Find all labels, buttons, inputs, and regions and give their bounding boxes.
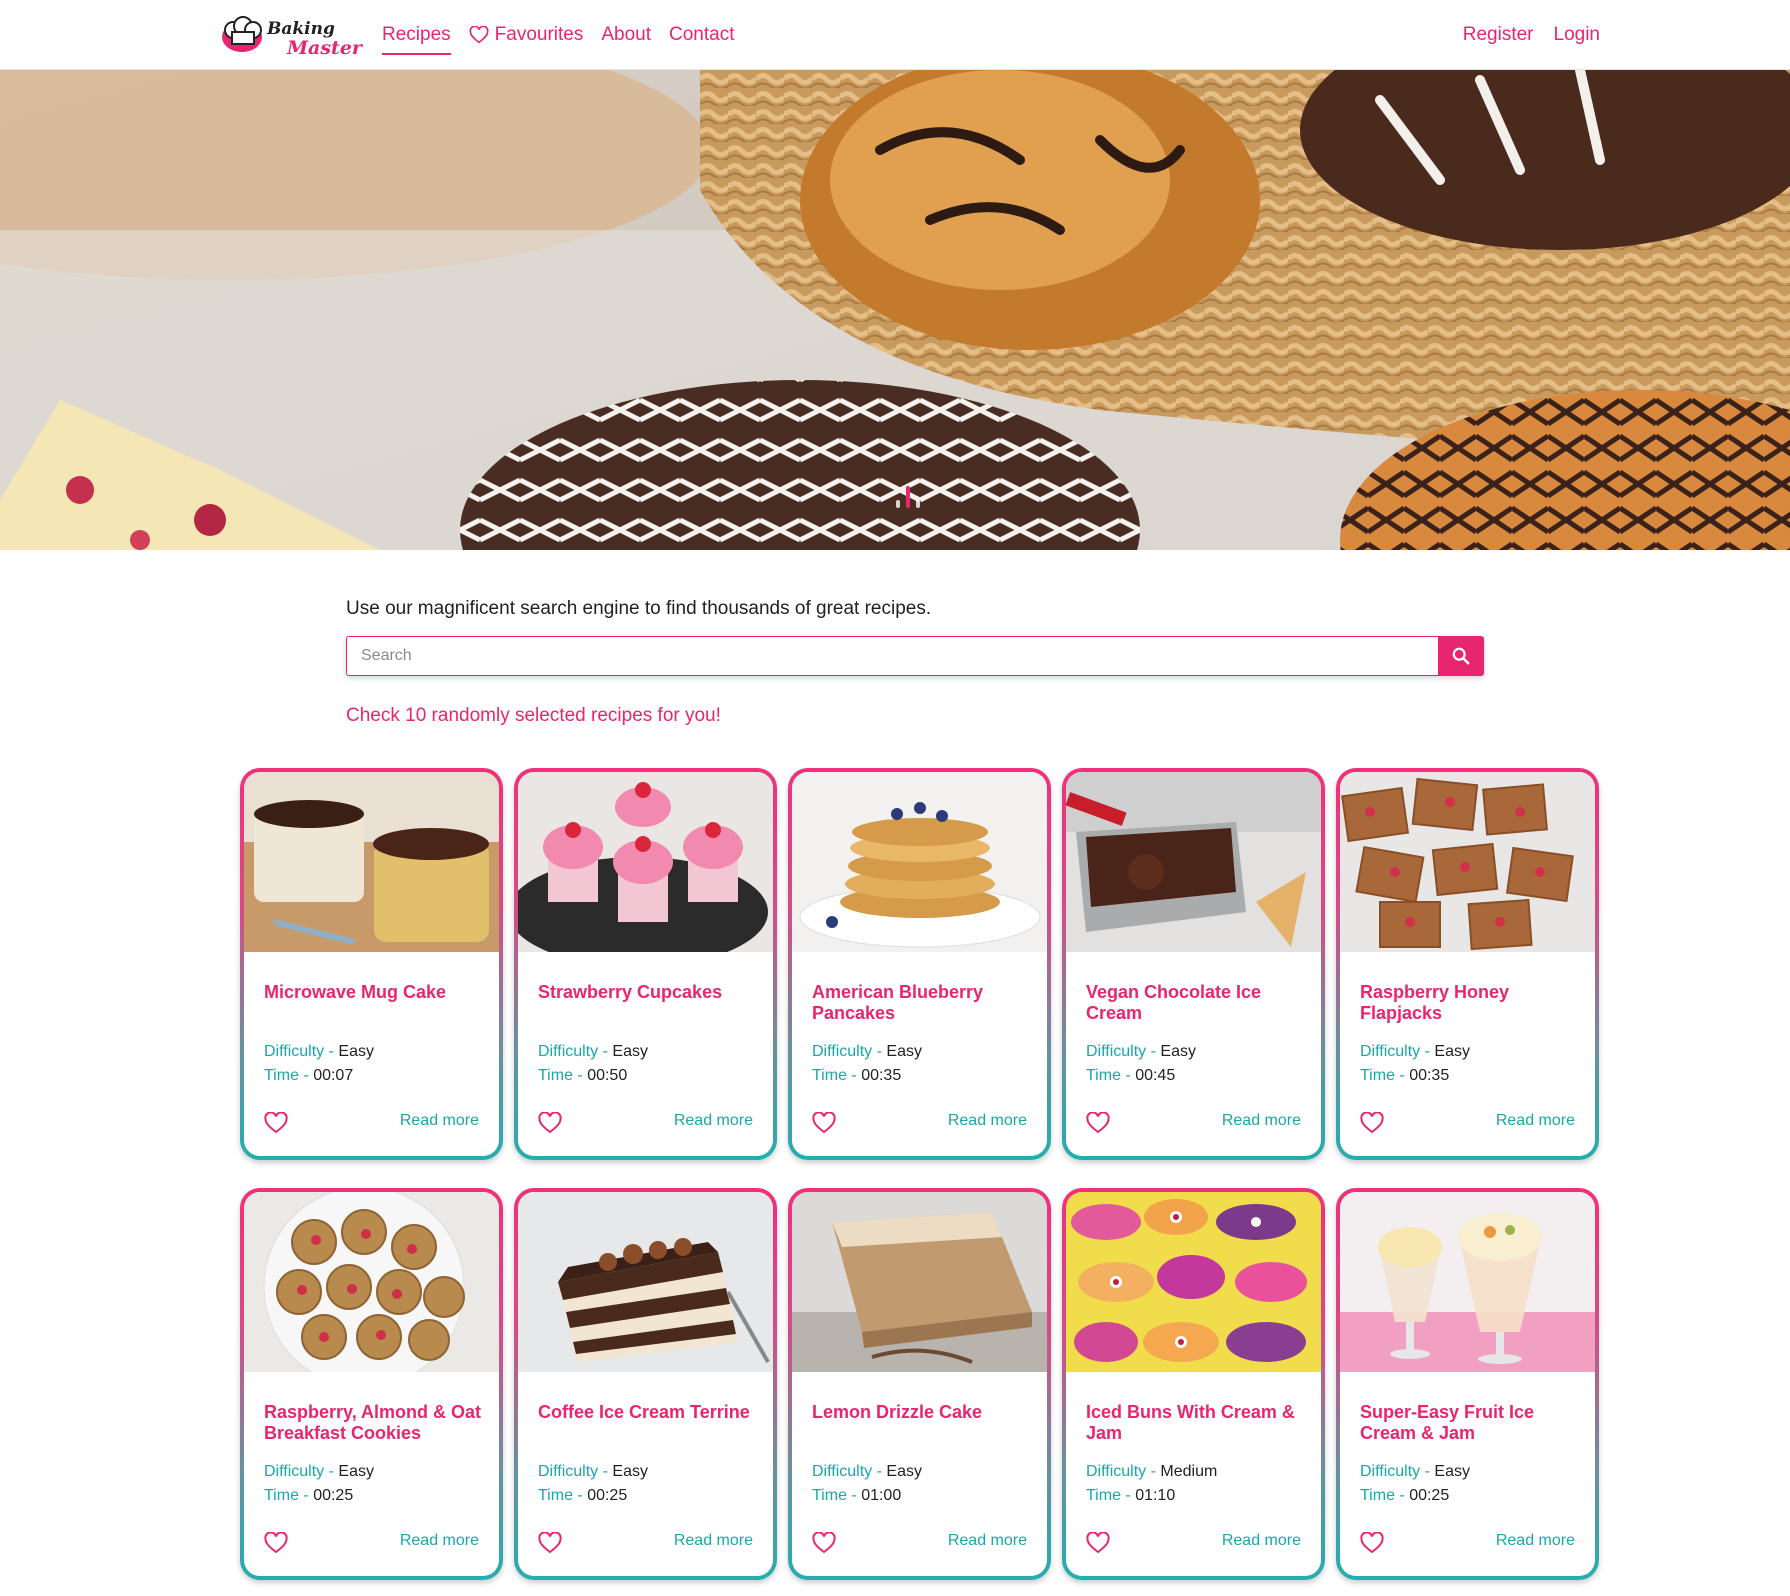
favourite-heart-icon[interactable] <box>812 1532 836 1554</box>
recipe-difficulty: Difficulty - Easy <box>812 1463 922 1480</box>
recipe-difficulty: Difficulty - Easy <box>1086 1043 1196 1060</box>
recipe-image[interactable] <box>1340 1192 1595 1372</box>
recipe-title[interactable]: Strawberry Cupcakes <box>538 982 758 1003</box>
recipe-difficulty: Difficulty - Easy <box>264 1043 374 1060</box>
recipe-difficulty: Difficulty - Medium <box>1086 1463 1218 1480</box>
read-more-link[interactable]: Read more <box>1222 1532 1301 1550</box>
recipe-time: Time - 00:07 <box>264 1067 354 1084</box>
register-link[interactable]: Register <box>1463 17 1534 53</box>
read-more-link[interactable]: Read more <box>400 1112 479 1130</box>
nav-about[interactable]: About <box>601 17 651 53</box>
favourite-heart-icon[interactable] <box>538 1112 562 1134</box>
recipe-image[interactable] <box>1340 772 1595 952</box>
favourite-heart-icon[interactable] <box>538 1532 562 1554</box>
recipe-difficulty: Difficulty - Easy <box>264 1463 374 1480</box>
recipe-title[interactable]: Coffee Ice Cream Terrine <box>538 1402 758 1423</box>
read-more-link[interactable]: Read more <box>948 1532 1027 1550</box>
recipe-title[interactable]: Super-Easy Fruit Ice Cream & Jam <box>1360 1402 1580 1444</box>
recipe-card: Raspberry, Almond & Oat Breakfast Cookie… <box>240 1188 503 1580</box>
read-more-link[interactable]: Read more <box>1496 1112 1575 1130</box>
recipe-image[interactable] <box>792 772 1047 952</box>
auth-nav: Register Login <box>1463 0 1600 70</box>
recipe-image[interactable] <box>792 1192 1047 1372</box>
recipe-image[interactable] <box>1066 772 1321 952</box>
favourite-heart-icon[interactable] <box>1086 1112 1110 1134</box>
brand-logo[interactable]: Baking Master <box>215 10 365 60</box>
recipe-card: Microwave Mug Cake Difficulty - Easy Tim… <box>240 768 503 1160</box>
recipe-image[interactable] <box>518 1192 773 1372</box>
recipe-card: Super-Easy Fruit Ice Cream & Jam Difficu… <box>1336 1188 1599 1580</box>
recipe-difficulty: Difficulty - Easy <box>812 1043 922 1060</box>
favourite-heart-icon[interactable] <box>1360 1112 1384 1134</box>
recipe-time: Time - 00:25 <box>538 1487 628 1504</box>
recipe-title[interactable]: Vegan Chocolate Ice Cream <box>1086 982 1306 1024</box>
recipe-difficulty: Difficulty - Easy <box>538 1043 648 1060</box>
recipe-card: Strawberry Cupcakes Difficulty - Easy Ti… <box>514 768 777 1160</box>
random-recipes-note: Check 10 randomly selected recipes for y… <box>346 705 721 726</box>
recipe-time: Time - 00:35 <box>812 1067 902 1084</box>
recipe-time: Time - 00:45 <box>1086 1067 1176 1084</box>
login-link[interactable]: Login <box>1554 17 1601 53</box>
recipe-grid: Microwave Mug Cake Difficulty - Easy Tim… <box>240 768 1600 1580</box>
recipe-image[interactable] <box>518 772 773 952</box>
search-icon <box>1452 647 1470 665</box>
nav-recipes[interactable]: Recipes <box>382 17 451 55</box>
recipe-time: Time - 00:25 <box>1360 1487 1450 1504</box>
recipe-title[interactable]: Iced Buns With Cream & Jam <box>1086 1402 1306 1444</box>
read-more-link[interactable]: Read more <box>1222 1112 1301 1130</box>
recipe-card: Lemon Drizzle Cake Difficulty - Easy Tim… <box>788 1188 1051 1580</box>
recipe-time: Time - 00:35 <box>1360 1067 1450 1084</box>
svg-text:Baking: Baking <box>266 19 335 39</box>
recipe-card: Raspberry Honey Flapjacks Difficulty - E… <box>1336 768 1599 1160</box>
recipe-image[interactable] <box>244 772 499 952</box>
carousel-indicator-3[interactable] <box>916 500 920 508</box>
favourite-heart-icon[interactable] <box>1360 1532 1384 1554</box>
heart-outline-icon <box>469 26 489 44</box>
read-more-link[interactable]: Read more <box>674 1112 753 1130</box>
favourite-heart-icon[interactable] <box>1086 1532 1110 1554</box>
search-button[interactable] <box>1438 636 1484 676</box>
recipe-difficulty: Difficulty - Easy <box>1360 1043 1470 1060</box>
search-input[interactable] <box>346 636 1438 676</box>
recipe-time: Time - 00:50 <box>538 1067 628 1084</box>
recipe-card: Iced Buns With Cream & Jam Difficulty - … <box>1062 1188 1325 1580</box>
recipe-image[interactable] <box>1066 1192 1321 1372</box>
recipe-time: Time - 00:25 <box>264 1487 354 1504</box>
carousel-indicator-2[interactable] <box>906 486 910 508</box>
hero-image <box>0 70 1790 550</box>
recipe-title[interactable]: Lemon Drizzle Cake <box>812 1402 1032 1423</box>
recipe-time: Time - 01:00 <box>812 1487 902 1504</box>
favourite-heart-icon[interactable] <box>264 1532 288 1554</box>
search-bar <box>346 636 1484 676</box>
recipe-title[interactable]: Microwave Mug Cake <box>264 982 484 1003</box>
main-nav: Recipes Favourites About Contact <box>382 0 735 70</box>
svg-text:Master: Master <box>286 37 364 59</box>
read-more-link[interactable]: Read more <box>1496 1532 1575 1550</box>
navbar: Baking Master Recipes Favourites About C… <box>0 0 1790 70</box>
recipe-card: Vegan Chocolate Ice Cream Difficulty - E… <box>1062 768 1325 1160</box>
carousel-indicator-1[interactable] <box>896 500 900 508</box>
search-intro: Use our magnificent search engine to fin… <box>346 598 932 619</box>
recipe-image[interactable] <box>244 1192 499 1372</box>
read-more-link[interactable]: Read more <box>400 1532 479 1550</box>
recipe-time: Time - 01:10 <box>1086 1487 1176 1504</box>
carousel-indicators <box>896 486 920 508</box>
read-more-link[interactable]: Read more <box>674 1532 753 1550</box>
recipe-difficulty: Difficulty - Easy <box>538 1463 648 1480</box>
favourite-heart-icon[interactable] <box>812 1112 836 1134</box>
hero-carousel <box>0 70 1790 550</box>
read-more-link[interactable]: Read more <box>948 1112 1027 1130</box>
recipe-title[interactable]: Raspberry Honey Flapjacks <box>1360 982 1580 1024</box>
recipe-card: Coffee Ice Cream Terrine Difficulty - Ea… <box>514 1188 777 1580</box>
recipe-title[interactable]: Raspberry, Almond & Oat Breakfast Cookie… <box>264 1402 484 1444</box>
nav-favourites[interactable]: Favourites <box>469 17 583 53</box>
recipe-title[interactable]: American Blueberry Pancakes <box>812 982 1032 1024</box>
recipe-difficulty: Difficulty - Easy <box>1360 1463 1470 1480</box>
recipe-card: American Blueberry Pancakes Difficulty -… <box>788 768 1051 1160</box>
favourite-heart-icon[interactable] <box>264 1112 288 1134</box>
nav-contact[interactable]: Contact <box>669 17 734 53</box>
